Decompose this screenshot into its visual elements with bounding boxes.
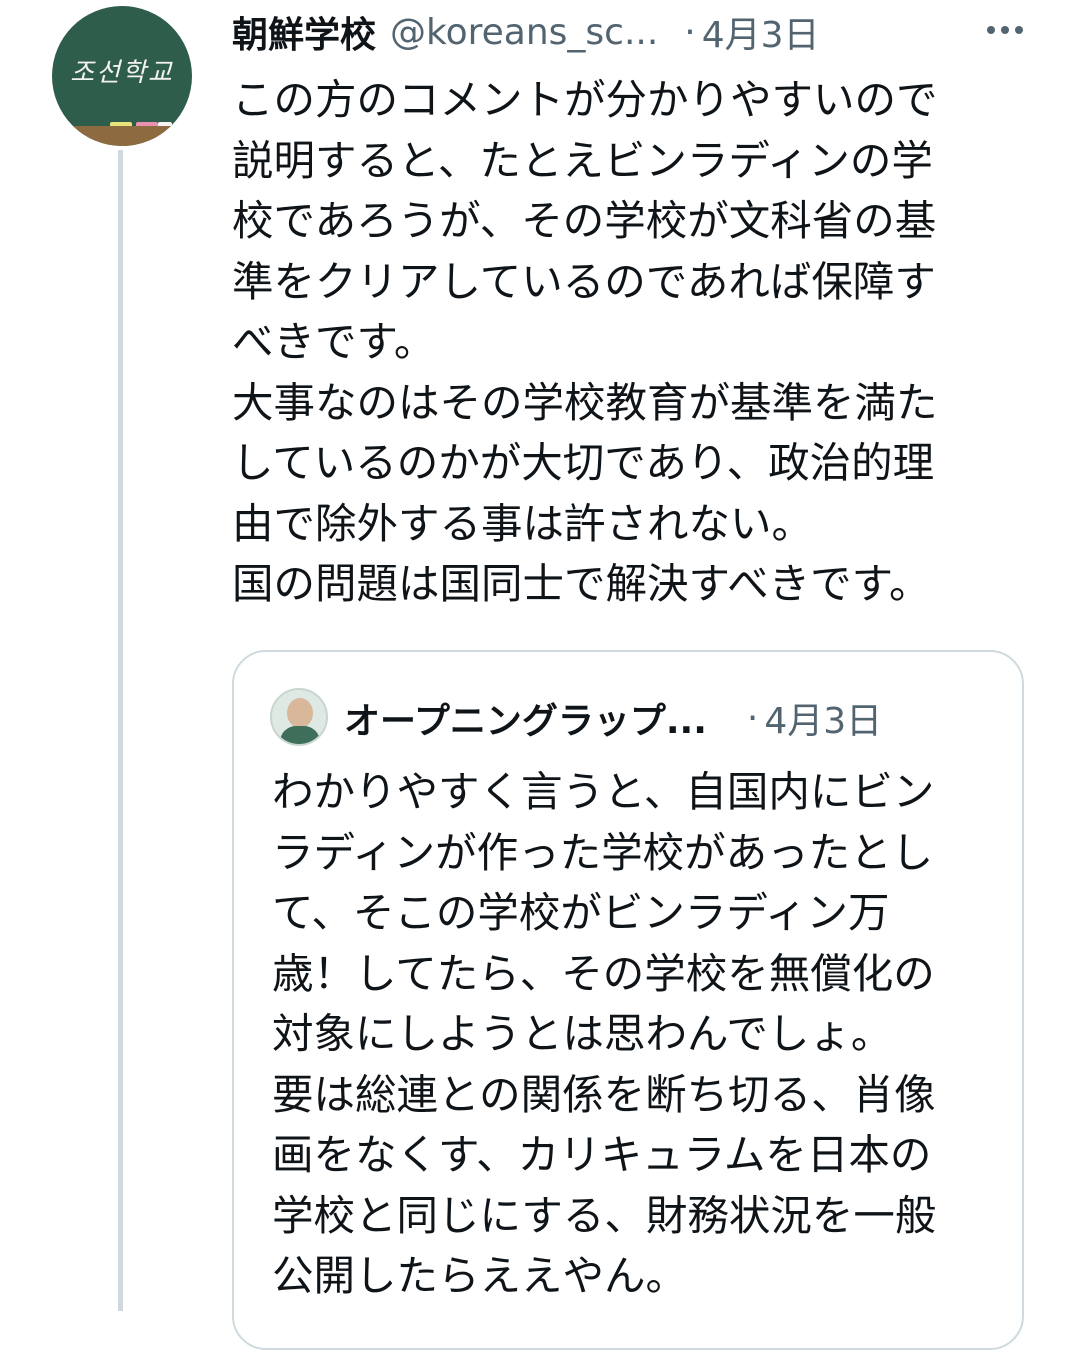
quoted-tweet-body-text: わかりやすく言うと、自国内にビン ラディンが作った学校があったとし て、そこの学… — [272, 767, 937, 1300]
quoted-author-name: オープニングラップ... — [344, 701, 707, 742]
more-horizontal-icon-dot — [1015, 26, 1023, 34]
avatar-face-shape — [287, 698, 313, 728]
tweet-header: 朝鮮学校 @koreans_sc... · 4月3日 — [232, 4, 1042, 60]
thread-connector-line — [118, 150, 123, 1311]
quoted-tweet-header: オープニングラップ... · 4月3日 — [344, 690, 994, 746]
more-horizontal-icon-dot — [1001, 26, 1009, 34]
quoted-author-avatar — [270, 688, 328, 746]
avatar-board-text: 조선학교 — [70, 58, 174, 88]
avatar-chalk-tray — [52, 126, 192, 146]
more-horizontal-icon — [987, 26, 995, 34]
avatar-body-shape — [280, 726, 320, 744]
quoted-tweet-date: 4月3日 — [764, 701, 883, 742]
more-options-button[interactable] — [975, 8, 1035, 52]
author-avatar[interactable]: 조선학교 — [52, 6, 192, 146]
quoted-header-separator: · — [746, 697, 759, 739]
header-separator: · — [684, 11, 696, 53]
author-name[interactable]: 朝鮮学校 — [232, 6, 376, 58]
quoted-tweet-card[interactable]: オープニングラップ... · 4月3日 わかりやすく言うと、自国内にビン ラディ… — [232, 650, 1024, 1350]
tweet-body-text: この方のコメントが分かりやすいので 説明すると、たとえビンラディンの学 校であろ… — [232, 75, 938, 608]
tweet-date[interactable]: 4月3日 — [702, 6, 820, 58]
author-handle[interactable]: @koreans_sc... — [390, 12, 658, 53]
